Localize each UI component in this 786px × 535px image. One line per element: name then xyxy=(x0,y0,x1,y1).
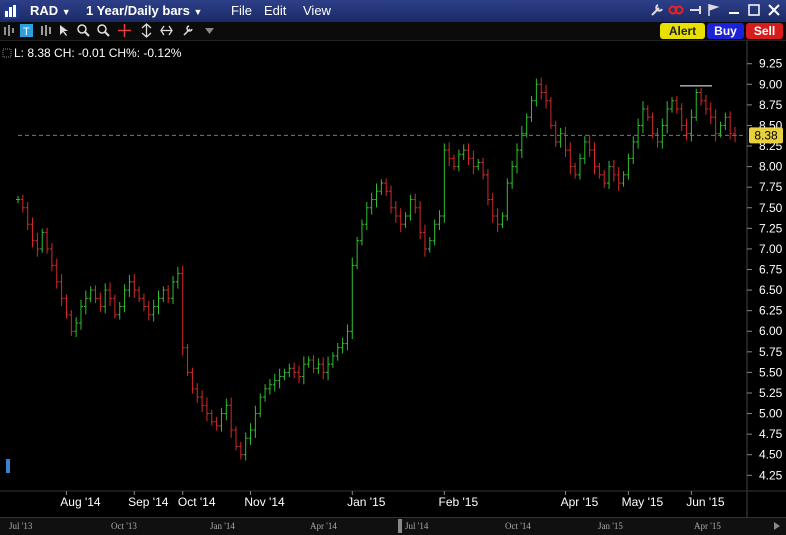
cursor-icon[interactable] xyxy=(57,23,72,38)
y-tick-label: 8.00 xyxy=(759,160,783,174)
quote-marker xyxy=(2,48,12,58)
zoom-out-icon[interactable] xyxy=(96,23,111,38)
chart-type-icon[interactable] xyxy=(2,23,17,38)
chevron-down-icon: ▼ xyxy=(61,7,71,17)
menu-file[interactable]: File xyxy=(231,3,252,18)
timeline-label: Jan '14 xyxy=(210,521,235,531)
y-tick-label: 4.75 xyxy=(759,427,783,441)
compress-icon[interactable] xyxy=(159,23,174,38)
zoom-in-icon[interactable] xyxy=(76,23,91,38)
svg-text:T: T xyxy=(23,26,30,38)
y-tick-label: 4.50 xyxy=(759,448,783,462)
y-tick-label: 5.25 xyxy=(759,386,783,400)
minimize-icon[interactable] xyxy=(726,2,742,18)
sell-button[interactable]: Sell xyxy=(746,23,783,39)
timeline-label: Apr '14 xyxy=(310,521,337,531)
title-bar: RAD ▼ 1 Year/Daily bars ▼ File Edit View xyxy=(0,0,786,23)
wrench-icon[interactable] xyxy=(649,2,665,18)
chart-canvas[interactable]: 9.259.008.758.508.258.007.757.507.257.00… xyxy=(0,41,786,517)
x-tick-label: May '15 xyxy=(622,495,664,509)
timeline-scroller[interactable]: Jul '13 Oct '13 Jan '14 Apr '14 Jul '14 … xyxy=(0,517,786,535)
y-tick-label: 8.75 xyxy=(759,98,783,112)
timeline-label: Oct '14 xyxy=(505,521,531,531)
expand-icon[interactable] xyxy=(139,23,154,38)
close-icon[interactable] xyxy=(766,2,782,18)
x-tick-label: Jan '15 xyxy=(347,495,386,509)
alert-button[interactable]: Alert xyxy=(660,23,705,39)
timeline-label: Oct '13 xyxy=(111,521,137,531)
period-label: 1 Year/Daily bars xyxy=(86,3,190,18)
y-tick-label: 5.00 xyxy=(759,407,783,421)
chevron-down-icon: ▼ xyxy=(193,7,203,17)
buy-button[interactable]: Buy xyxy=(707,23,744,39)
timeline-label: Jan '15 xyxy=(598,521,623,531)
bar-style-icon[interactable] xyxy=(38,23,53,38)
x-tick-label: Sep '14 xyxy=(128,495,169,509)
app-logo-icon xyxy=(3,3,19,19)
left-scroll-indicator xyxy=(6,459,10,473)
x-tick-label: Apr '15 xyxy=(561,495,599,509)
dropdown-icon[interactable] xyxy=(202,23,217,38)
pin-icon[interactable] xyxy=(688,2,704,18)
timeline-label: Jul '13 xyxy=(9,521,33,531)
x-tick-label: Nov '14 xyxy=(244,495,285,509)
timeline-label: Apr '15 xyxy=(694,521,721,531)
y-tick-label: 7.50 xyxy=(759,201,783,215)
timeline-window-handle[interactable] xyxy=(398,519,402,533)
price-chart[interactable]: 9.25 9.00 8.75 8.50 8.25 8.00 7.75 7.50 7.25 7.00… xyxy=(0,41,786,517)
chart-toolbar: T Alert Buy Sell xyxy=(0,22,786,41)
x-tick-label: Feb '15 xyxy=(438,495,478,509)
x-tick-label: Aug '14 xyxy=(60,495,101,509)
y-tick-label: 5.75 xyxy=(759,345,783,359)
y-tick-label: 6.00 xyxy=(759,324,783,338)
y-tick-label: 6.25 xyxy=(759,304,783,318)
scroll-right-icon[interactable] xyxy=(772,521,782,531)
x-tick-label: Oct '14 xyxy=(178,495,216,509)
y-tick-label: 7.25 xyxy=(759,221,783,235)
y-tick-label: 9.00 xyxy=(759,77,783,91)
y-tick-label: 4.25 xyxy=(759,468,783,482)
last-price-label: 8.38 xyxy=(754,128,778,142)
menu-edit[interactable]: Edit xyxy=(264,3,286,18)
quote-line: L: 8.38 CH: -0.01 CH%: -0.12% xyxy=(14,46,182,60)
y-tick-label: 6.75 xyxy=(759,263,783,277)
y-tick-label: 6.50 xyxy=(759,283,783,297)
timeline-label: Jul '14 xyxy=(405,521,429,531)
x-tick-label: Jun '15 xyxy=(686,495,725,509)
settings-icon[interactable] xyxy=(181,23,196,38)
link-icon[interactable] xyxy=(668,2,684,18)
symbol-label: RAD xyxy=(30,3,59,18)
y-tick-label: 5.50 xyxy=(759,365,783,379)
menu-view[interactable]: View xyxy=(303,3,331,18)
text-tool-icon[interactable]: T xyxy=(19,23,34,38)
flag-icon[interactable] xyxy=(705,2,721,18)
y-tick-label: 9.25 xyxy=(759,57,783,71)
symbol-selector[interactable]: RAD ▼ xyxy=(30,3,71,18)
maximize-icon[interactable] xyxy=(746,2,762,18)
y-tick-label: 7.75 xyxy=(759,180,783,194)
crosshair-icon[interactable] xyxy=(117,23,132,38)
y-tick-label: 7.00 xyxy=(759,242,783,256)
period-selector[interactable]: 1 Year/Daily bars ▼ xyxy=(86,3,202,18)
